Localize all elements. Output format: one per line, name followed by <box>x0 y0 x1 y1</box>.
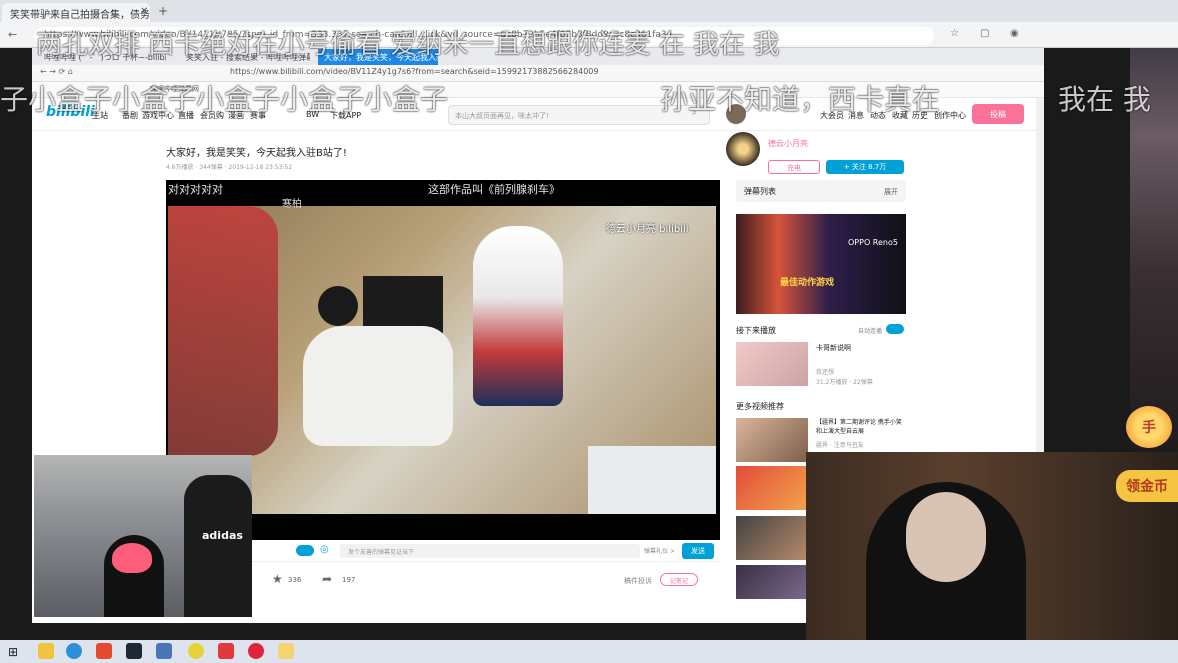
profile-icon[interactable]: ◉ <box>1010 28 1019 39</box>
cam-left-shirt-logo: adidas <box>202 529 243 542</box>
outer-tab-bar <box>0 0 1178 22</box>
cam-left-hair <box>112 543 152 573</box>
streamer-cam-left: adidas <box>34 455 252 617</box>
next-video-title[interactable]: 卡哥新说啊 <box>816 343 851 353</box>
up-name[interactable]: 德云小月亮 <box>768 138 808 149</box>
app-icon-6[interactable] <box>188 643 204 659</box>
desk-surface <box>588 446 716 514</box>
autoplay-toggle[interactable] <box>886 324 904 334</box>
upload-button[interactable]: 投稿 <box>972 104 1024 124</box>
ad-brand: OPPO Reno5 <box>848 238 898 247</box>
close-tab-icon[interactable]: ✕ <box>140 6 148 17</box>
side-stream-strip <box>1130 0 1178 452</box>
danmu-etiquette-link[interactable]: 弹幕礼仪 > <box>644 546 675 555</box>
inner-url-field[interactable]: https://www.bilibili.com/video/BV11Z4y1g… <box>230 67 598 76</box>
person-head <box>318 286 358 326</box>
person-figure <box>303 326 453 446</box>
app-icon-9[interactable] <box>278 643 294 659</box>
frame-caption-left: 对对对对对 <box>168 183 223 196</box>
send-label: 发送 <box>691 547 705 555</box>
file-explorer-icon[interactable] <box>38 643 54 659</box>
rec-video-thumb-4[interactable] <box>736 565 808 599</box>
next-video-thumb[interactable] <box>736 342 808 386</box>
rec-video-title-1[interactable]: 【疆界】第二期谢评论 携手小笑和上演大型自云展 <box>816 418 906 436</box>
video-title: 大家好，我是笑笑，今天起我入驻B站了! <box>166 148 347 159</box>
danmu-list-title: 弹幕列表 <box>744 187 776 196</box>
autoplay-label: 自动连播 <box>858 328 883 335</box>
claim-coins-label: 领金币 <box>1126 479 1168 495</box>
ad-title: 最佳动作游戏 <box>780 278 835 288</box>
rec-video-thumb-1[interactable] <box>736 418 808 462</box>
rec-video-thumb-2[interactable] <box>736 466 808 510</box>
gift-coin-icon[interactable]: 手 <box>1126 406 1172 448</box>
claim-coins-button[interactable]: 领金币 <box>1116 470 1178 502</box>
edge-icon[interactable] <box>66 643 82 659</box>
danmaku-line-1: 两孔双排 西卡绝对在小号偷看 爱纳米一直想跟你连麦 在 我在 我 <box>36 30 780 60</box>
danmu-placeholder: 发个友善的弹幕见证当下 <box>348 549 415 556</box>
windows-taskbar <box>0 640 1178 663</box>
danmu-input[interactable]: 发个友善的弹幕见证当下 <box>340 544 640 558</box>
up-avatar[interactable] <box>726 132 760 166</box>
note-button[interactable]: 记笔记 <box>660 573 698 586</box>
send-danmu-button[interactable]: 发送 <box>682 543 714 559</box>
video-watermark: 德云小月亮 bilibili <box>606 224 689 235</box>
more-recommend-label: 更多视频推荐 <box>736 402 784 411</box>
next-up-label: 接下来播放 <box>736 326 776 335</box>
gaming-chair-right <box>473 226 563 406</box>
share-count: 197 <box>342 576 356 584</box>
cam-left-person-2 <box>184 475 252 617</box>
danmu-list-expand[interactable]: 展开 <box>884 187 898 197</box>
charge-label: 充电 <box>787 164 801 172</box>
frame-caption-center: 这部作品叫《前列腺刹车》 <box>428 183 560 196</box>
rec-video-thumb-3[interactable] <box>736 516 808 560</box>
next-video-stats: 31.2万播放 · 22弹幕 <box>816 379 873 386</box>
report-link[interactable]: 稿件投诉 <box>624 576 652 586</box>
danmu-settings-icon[interactable]: ◎ <box>320 544 329 555</box>
danmu-toggle[interactable] <box>296 545 314 556</box>
danmaku-line-4: 我在 我 <box>1058 83 1151 116</box>
wps-icon[interactable] <box>96 643 112 659</box>
danmaku-line-3: 孙亚不知道，西卡真在 <box>660 83 941 116</box>
search-placeholder: 本山大叔页面再见，咪太冲了! <box>455 112 549 120</box>
share-icon[interactable]: ➦ <box>322 572 332 586</box>
frame-caption-mid: 寒柏 <box>282 199 302 210</box>
gaming-chair-left <box>168 206 278 456</box>
windows-start-icon[interactable]: ⊞ <box>8 645 18 659</box>
gift-coin-char: 手 <box>1142 420 1156 436</box>
steam-icon[interactable] <box>126 643 142 659</box>
danmaku-line-2: 子小盒子小盒子小盒子小盒子小盒子 <box>0 83 449 116</box>
note-label: 记笔记 <box>669 578 688 585</box>
video-meta: 4.6万播放 · 344弹幕 · 2019-12-18 23:53:52 <box>166 164 293 171</box>
bookmark-star-icon[interactable]: ☆ <box>950 28 959 39</box>
outer-tab-active[interactable]: 笑笑带驴来自己拍摄合集，债务... <box>2 3 150 22</box>
app-icon-5[interactable] <box>156 643 172 659</box>
ad-banner[interactable] <box>736 214 906 314</box>
follow-button[interactable]: + 关注 8.7万 <box>826 160 904 174</box>
favorite-star-icon[interactable]: ★ <box>272 572 283 586</box>
rec-video-up-1: 疆界 · 注意马丑友 <box>816 442 864 449</box>
back-icon[interactable]: ← <box>8 28 17 41</box>
new-tab-icon[interactable]: + <box>158 4 168 18</box>
extensions-icon[interactable]: ▢ <box>980 28 989 39</box>
follow-label: + 关注 8.7万 <box>843 163 887 171</box>
cam-right-face <box>906 492 986 582</box>
app-icon-8[interactable] <box>248 643 264 659</box>
upload-label: 投稿 <box>990 110 1006 119</box>
inner-nav-icons[interactable]: ← → ⟳ ⌂ <box>40 67 73 76</box>
favorite-count: 336 <box>288 576 302 584</box>
inner-url-text: https://www.bilibili.com/video/BV11Z4y1g… <box>230 67 599 76</box>
charge-button[interactable]: 充电 <box>768 160 820 174</box>
outer-tab-label: 笑笑带驴来自己拍摄合集，债务... <box>10 10 150 21</box>
app-icon-7[interactable] <box>218 643 234 659</box>
next-video-up: 我还想 <box>816 369 835 376</box>
